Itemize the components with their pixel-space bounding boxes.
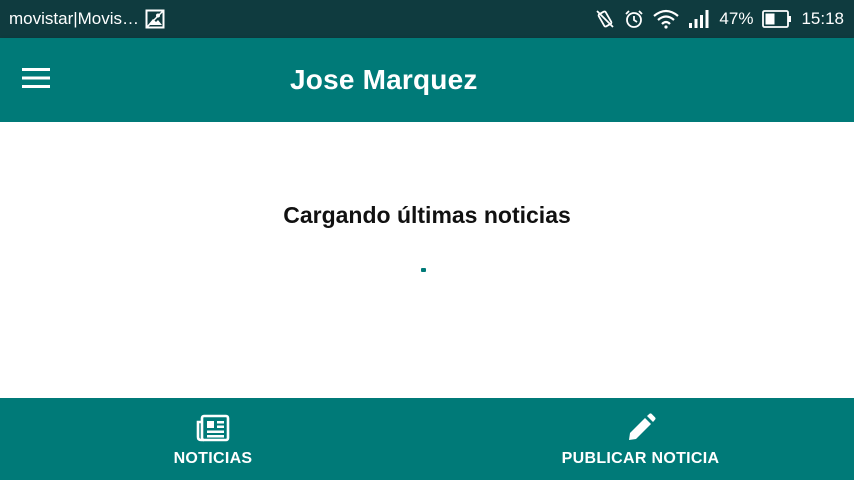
carrier-label: movistar|Movis… [9,9,140,28]
clock-time: 15:18 [801,9,844,28]
nav-item-label: PUBLICAR NOTICIA [561,450,720,467]
main-content: Cargando últimas noticias [0,122,854,398]
battery-percent: 47% [719,9,754,28]
nav-item-noticias[interactable]: NOTICIAS [140,398,286,480]
page-title: Jose Marquez [290,64,478,95]
status-left: movistar|Movis… [9,9,165,29]
bottom-navigation: NOTICIAS PUBLICAR NOTICIA [0,398,854,480]
app-bar: Jose Marquez [0,38,854,122]
wifi-icon [653,9,680,29]
battery-icon [762,10,792,28]
image-icon [145,9,165,29]
nav-item-publicar-noticia[interactable]: PUBLICAR NOTICIA [540,398,741,480]
screen: movistar|Movis… 47% 15:18 Jose Marquez C… [0,0,854,480]
pencil-icon [626,412,656,444]
newspaper-icon [196,412,230,444]
vibrate-icon [595,9,615,29]
loading-spinner [421,268,426,272]
status-bar: movistar|Movis… 47% 15:18 [0,0,854,38]
signal-icon [688,9,710,29]
status-right: 47% 15:18 [595,9,844,29]
nav-item-label: NOTICIAS [173,450,253,467]
loading-message: Cargando últimas noticias [283,202,571,228]
hamburger-menu-icon [22,67,50,94]
menu-button[interactable] [14,58,58,102]
alarm-icon [624,9,644,29]
